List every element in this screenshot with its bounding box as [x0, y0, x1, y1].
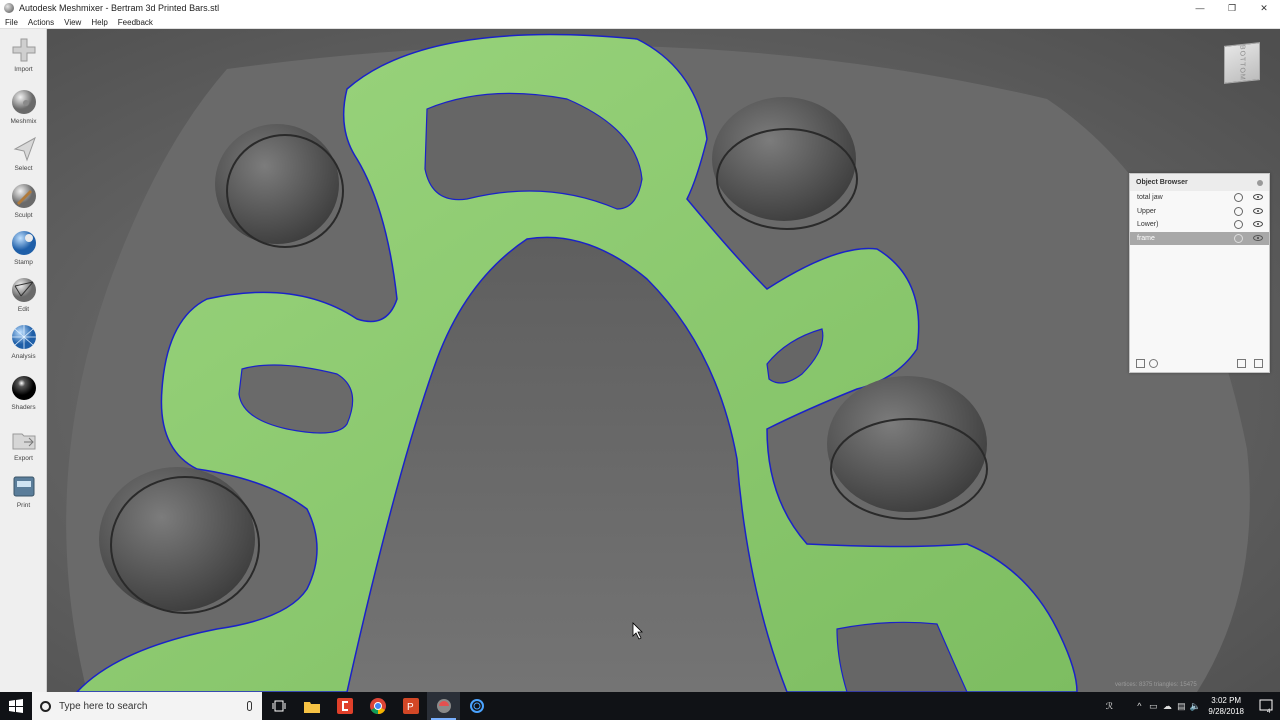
print-button[interactable]: Print	[0, 468, 47, 518]
taskbar-search[interactable]: Type here to search	[32, 692, 262, 720]
object-browser-footer	[1130, 354, 1269, 372]
title-bar: Autodesk Meshmixer - Bertram 3d Printed …	[0, 0, 1280, 16]
object-browser-header: Object Browser	[1130, 174, 1269, 191]
window-controls: — ❐ ✕	[1184, 0, 1280, 16]
object-row-frame[interactable]: frame	[1130, 231, 1269, 245]
clock-time: 3:02 PM	[1211, 696, 1242, 705]
task-view-button[interactable]	[262, 692, 295, 720]
pivot-icon[interactable]	[1234, 233, 1243, 243]
close-button[interactable]: ✕	[1248, 0, 1280, 16]
minimize-button[interactable]: —	[1184, 0, 1216, 16]
search-placeholder: Type here to search	[59, 700, 148, 712]
taskbar-powerpoint[interactable]: P	[394, 692, 427, 720]
pivot-icon[interactable]	[1234, 220, 1243, 229]
import-button[interactable]: Import	[0, 32, 47, 82]
object-row-lower[interactable]: Lower)	[1130, 218, 1269, 232]
arrow-cursor-icon	[13, 136, 36, 162]
shader-sphere-icon	[11, 376, 36, 400]
visibility-eye-icon[interactable]	[1253, 207, 1263, 214]
menu-file[interactable]: File	[0, 18, 23, 27]
taskbar-file-explorer[interactable]	[295, 692, 328, 720]
select-button[interactable]: Select	[0, 131, 47, 181]
visibility-eye-icon[interactable]	[1253, 221, 1263, 227]
maximize-button[interactable]: ❐	[1216, 0, 1248, 16]
trash-icon[interactable]	[1254, 358, 1263, 368]
taskbar-clock[interactable]: 3:02 PM 9/28/2018	[1208, 695, 1244, 717]
analysis-button[interactable]: Analysis	[0, 319, 47, 369]
microphone-icon[interactable]	[247, 701, 252, 711]
menu-bar: File Actions View Help Feedback	[0, 16, 1280, 29]
mesh-stats: vertices: 8375 triangles: 15475	[1115, 682, 1197, 688]
duplicate-icon[interactable]	[1237, 358, 1246, 368]
object-row-upper[interactable]: Upper	[1130, 205, 1269, 219]
svg-text:P: P	[407, 702, 414, 713]
blue-ring-app-icon	[469, 699, 484, 713]
menu-view[interactable]: View	[59, 18, 86, 27]
stamp-sphere-icon	[11, 231, 36, 255]
dental-model-render	[47, 29, 1280, 692]
export-button[interactable]: Export	[0, 421, 47, 471]
clock-date: 9/28/2018	[1208, 707, 1244, 716]
chevron-up-icon[interactable]: ^	[1132, 692, 1146, 720]
printer-icon	[13, 476, 34, 497]
windows-logo-icon	[9, 699, 23, 713]
network-icon[interactable]: ▤	[1174, 692, 1188, 720]
sculpt-button[interactable]: Sculpt	[0, 178, 47, 228]
system-tray: ℛ ^ ▭ ☁ ▤ 🔈 3:02 PM 9/28/2018 4	[1102, 692, 1280, 720]
meshmixer-icon	[436, 699, 451, 713]
taskbar-chrome[interactable]	[361, 692, 394, 720]
stamp-button[interactable]: Stamp	[0, 225, 47, 275]
wireframe-sphere-icon	[11, 325, 36, 349]
edit-button[interactable]: Edit	[0, 272, 47, 322]
visibility-eye-icon[interactable]	[1253, 234, 1263, 241]
taskbar-meshmixer[interactable]	[427, 692, 460, 720]
view-cube[interactable]: BOTTOM	[1224, 42, 1260, 84]
notification-icon: 4	[1259, 699, 1273, 713]
start-button[interactable]	[0, 692, 32, 720]
meshmixer-window: Autodesk Meshmixer - Bertram 3d Printed …	[0, 0, 1280, 720]
edit-sphere-icon	[11, 278, 36, 302]
search-icon	[40, 700, 51, 712]
taskbar-red-app[interactable]	[328, 692, 361, 720]
export-folder-icon	[12, 433, 35, 450]
close-panel-icon[interactable]	[1257, 179, 1263, 186]
plus-icon	[12, 38, 35, 62]
object-row-total-jaw[interactable]: total jaw	[1130, 191, 1269, 205]
meshmix-sphere-icon	[11, 90, 36, 114]
powerpoint-icon: P	[402, 698, 419, 714]
taskbar-blue-ring-app[interactable]	[460, 692, 493, 720]
red-app-icon	[336, 698, 353, 714]
cloud-icon[interactable]: ☁	[1160, 692, 1174, 720]
window-title: Autodesk Meshmixer - Bertram 3d Printed …	[19, 3, 220, 13]
battery-icon[interactable]: ▭	[1146, 692, 1160, 720]
taskbar: Type here to search P ℛ ^ ▭ ☁ ▤ 🔈 3:02 P…	[0, 692, 1280, 720]
menu-help[interactable]: Help	[86, 18, 112, 27]
shaders-button[interactable]: Shaders	[0, 370, 47, 420]
people-icon[interactable]: ℛ	[1102, 692, 1116, 720]
menu-feedback[interactable]: Feedback	[113, 18, 158, 27]
notification-button[interactable]: 4	[1252, 692, 1280, 720]
3d-viewport[interactable]	[47, 29, 1280, 692]
task-view-icon	[272, 700, 285, 712]
menu-actions[interactable]: Actions	[23, 18, 59, 27]
viewcube-face-label: BOTTOM	[1238, 44, 1246, 82]
meshmixer-app-icon	[4, 3, 14, 13]
brush-icon	[11, 184, 36, 208]
meshmix-button[interactable]: Meshmix	[0, 84, 47, 134]
cube-icon[interactable]	[1136, 358, 1145, 368]
visibility-eye-icon[interactable]	[1253, 194, 1263, 200]
chrome-icon	[369, 698, 386, 714]
pivot-icon[interactable]	[1234, 206, 1243, 216]
volume-icon[interactable]: 🔈	[1188, 692, 1202, 720]
left-toolbar: Import Meshmix Select Sculpt Stamp Edit …	[0, 29, 47, 692]
object-browser-panel: Object Browser total jaw Upper Lower) fr…	[1129, 173, 1270, 373]
pivot-icon[interactable]	[1234, 193, 1243, 202]
file-explorer-icon	[303, 701, 320, 713]
clock-icon[interactable]	[1149, 358, 1158, 368]
object-browser-title: Object Browser	[1136, 179, 1188, 186]
